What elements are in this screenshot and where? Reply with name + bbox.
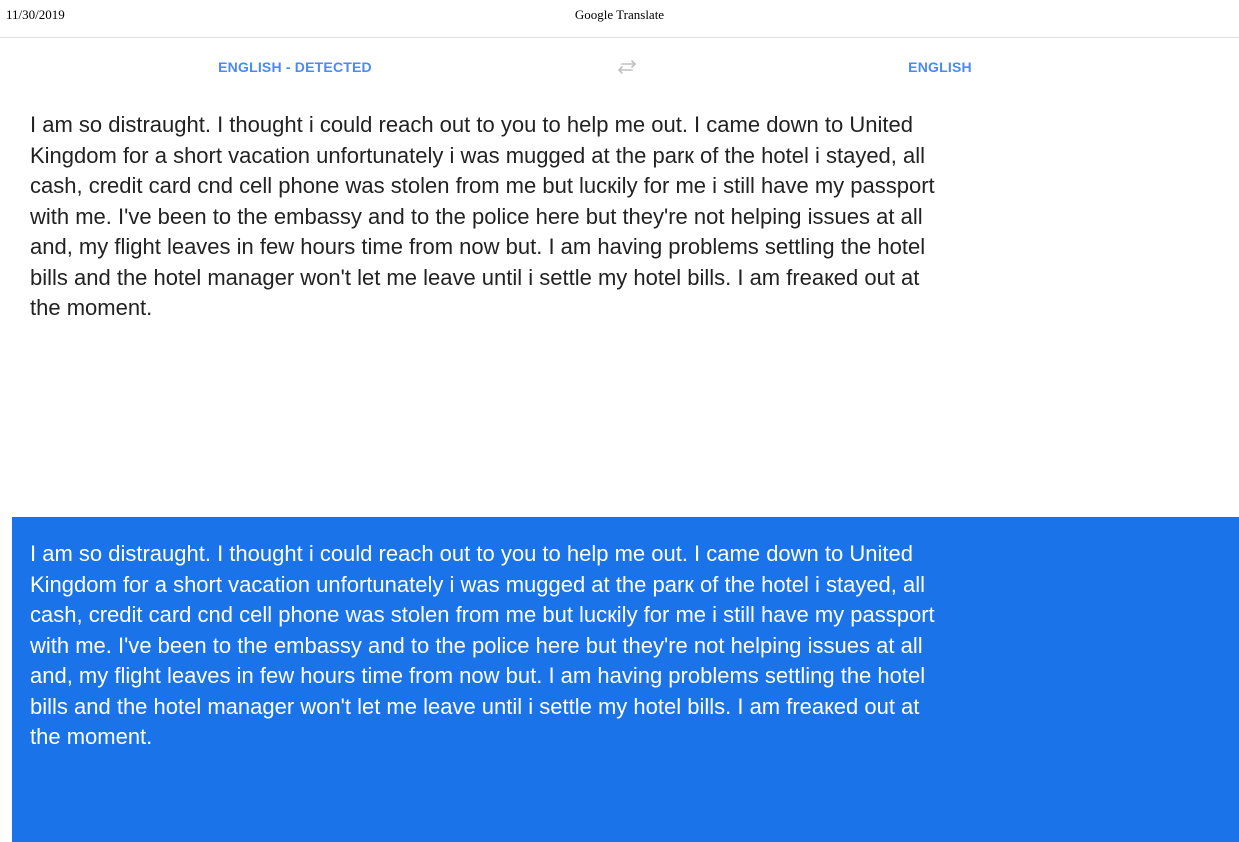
swap-languages-button[interactable] [612, 55, 642, 79]
translation-result-text: I am so distraught. I thought i could re… [30, 539, 1210, 753]
source-line: I am so distraught. I thought i could re… [30, 112, 913, 137]
result-line: the moment. [30, 724, 153, 749]
source-line: with me. I've been to the embassy and to… [30, 203, 923, 229]
target-language-tab[interactable]: ENGLISH [880, 59, 1000, 75]
result-line: bills and the hotel manager won't let me… [30, 693, 920, 719]
result-line: cash, credit card cnd cell phone was sto… [30, 602, 935, 627]
result-line: Kingdom for a short vacation unfortunate… [30, 571, 926, 597]
source-language-tab[interactable]: ENGLISH - DETECTED [190, 59, 400, 75]
print-title: Google Translate [574, 7, 665, 22]
source-line: the moment. [30, 295, 153, 320]
source-line: Kingdom for a short vacation unfortunate… [30, 142, 926, 168]
swap-arrows-icon [618, 60, 636, 74]
source-line: and, my flight leaves in few hours time … [30, 234, 926, 259]
translation-result-panel: I am so distraught. I thought i could re… [12, 517, 1239, 842]
print-header: 11/30/2019 Google Translate [0, 0, 1239, 38]
result-line: with me. I've been to the embassy and to… [30, 632, 923, 658]
source-line: cash, credit card cnd cell phone was sto… [30, 173, 935, 198]
result-line: and, my flight leaves in few hours time … [30, 663, 926, 688]
source-text-area[interactable]: I am so distraught. I thought i could re… [30, 110, 1210, 324]
language-bar: ENGLISH - DETECTED ENGLISH [0, 38, 1239, 96]
result-line: I am so distraught. I thought i could re… [30, 541, 913, 566]
source-line: bills and the hotel manager won't let me… [30, 264, 920, 290]
